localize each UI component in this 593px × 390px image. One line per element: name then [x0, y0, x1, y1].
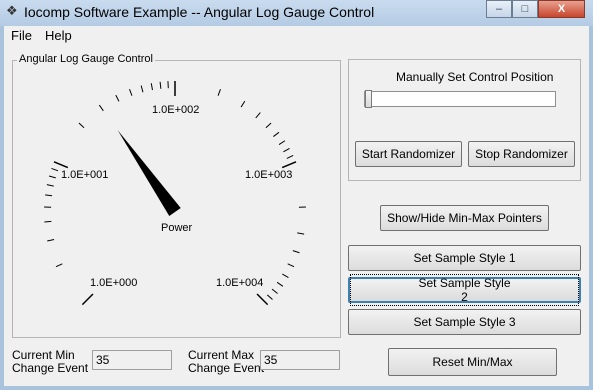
tick-label-100: 1.0E+002 — [152, 104, 200, 116]
start-randomizer-button[interactable]: Start Randomizer — [355, 141, 462, 167]
angular-log-gauge[interactable] — [12, 60, 341, 338]
gauge-minor-tick — [278, 140, 286, 145]
min-label-line2: Change Event — [12, 361, 89, 375]
position-groupbox-title: Manually Set Control Position — [396, 70, 554, 84]
gauge-major-tick — [53, 161, 69, 169]
menu-file[interactable]: File — [11, 28, 32, 43]
gauge-minor-tick — [266, 294, 273, 300]
current-min-field: 35 — [92, 350, 172, 370]
gauge-minor-tick — [292, 250, 300, 254]
close-button[interactable]: X — [538, 0, 585, 18]
app-icon: ❖ — [6, 3, 18, 18]
gauge-minor-tick — [287, 263, 295, 268]
gauge-minor-tick — [255, 112, 261, 119]
max-label-line2: Change Event — [188, 361, 265, 375]
show-hide-min-max-button[interactable]: Show/Hide Min-Max Pointers — [380, 205, 549, 231]
reset-min-max-button[interactable]: Reset Min/Max — [388, 348, 557, 376]
tick-label-1: 1.0E+000 — [90, 277, 138, 289]
gauge-minor-tick — [265, 122, 272, 129]
gauge-minor-tick — [45, 194, 53, 197]
gauge-minor-tick — [46, 184, 54, 187]
current-max-field: 35 — [260, 350, 340, 370]
gauge-major-tick — [81, 293, 94, 306]
gauge-minor-tick — [297, 232, 305, 235]
maximize-button[interactable]: □ — [512, 0, 538, 18]
menu-bar — [4, 26, 589, 45]
gauge-minor-tick — [273, 131, 280, 137]
gauge-minor-tick — [150, 83, 153, 91]
gauge-minor-tick — [129, 88, 133, 96]
gauge-major-tick — [281, 161, 297, 169]
gauge-minor-tick — [282, 273, 289, 278]
stop-randomizer-button[interactable]: Stop Randomizer — [468, 141, 575, 167]
gauge-minor-tick — [51, 167, 59, 172]
position-slider-track[interactable] — [364, 91, 556, 107]
tick-label-10: 1.0E+001 — [61, 169, 109, 181]
window-title: Iocomp Software Example -- Angular Log G… — [24, 4, 375, 20]
gauge-minor-tick — [271, 288, 278, 294]
gauge-minor-tick — [115, 94, 120, 102]
gauge-title: Power — [161, 222, 193, 234]
gauge-pointer — [117, 130, 181, 217]
gauge-minor-tick — [47, 238, 55, 242]
gauge-minor-tick — [276, 281, 284, 287]
gauge-minor-tick — [48, 175, 56, 179]
gauge-minor-tick — [159, 81, 162, 89]
gauge-minor-tick — [78, 122, 85, 129]
gauge-major-tick — [256, 293, 269, 306]
sample-style-2-label: Set Sample Style 2 — [350, 274, 579, 306]
tick-label-10000: 1.0E+004 — [216, 277, 264, 289]
sample-style-1-button[interactable]: Set Sample Style 1 — [348, 245, 581, 271]
gauge-minor-tick — [286, 154, 294, 159]
gauge-minor-tick — [240, 100, 246, 108]
max-label-line1: Current Max — [188, 348, 255, 362]
tick-label-1000: 1.0E+003 — [245, 169, 293, 181]
position-slider-thumb[interactable] — [365, 90, 372, 108]
gauge-minor-tick — [44, 220, 52, 223]
gauge-minor-tick — [140, 85, 144, 93]
gauge-minor-tick — [55, 263, 63, 268]
sample-style-3-button[interactable]: Set Sample Style 3 — [348, 309, 581, 335]
sample-style-2-button[interactable]: Set Sample Style 2 — [348, 274, 581, 306]
gauge-minor-tick — [283, 147, 290, 153]
gauge-minor-tick — [98, 104, 104, 112]
min-label-line1: Current Min — [12, 348, 75, 362]
minimize-button[interactable]: – — [486, 0, 512, 18]
gauge-minor-tick — [217, 88, 221, 96]
menu-help[interactable]: Help — [45, 28, 72, 43]
